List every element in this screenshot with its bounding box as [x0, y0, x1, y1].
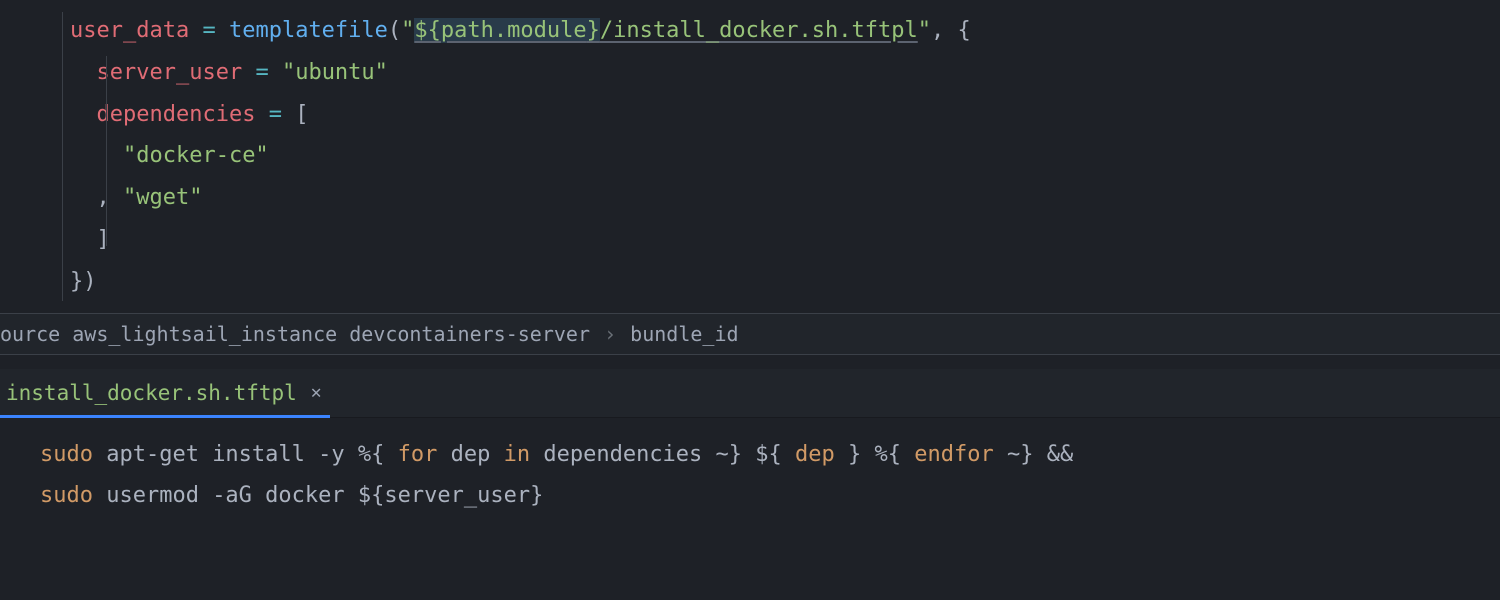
token-keyword: endfor [901, 442, 1007, 467]
chevron-right-icon: › [604, 322, 616, 346]
token-punct: , [97, 185, 124, 210]
token-punct: }) [70, 269, 97, 294]
token-string: "ubuntu" [282, 60, 388, 85]
token-keyword: for [384, 442, 437, 467]
token-text: apt-get install -y [93, 442, 358, 467]
token-attribute: dependencies [97, 102, 256, 127]
code-line[interactable]: , "wget" [40, 177, 1500, 219]
token-string: " [918, 18, 931, 43]
code-line[interactable]: user_data = templatefile("${path.module}… [40, 10, 1500, 52]
breadcrumb-segment[interactable]: bundle_id [630, 322, 738, 346]
close-icon[interactable]: ✕ [311, 382, 322, 403]
token-attribute: server_user [97, 60, 243, 85]
token-interp: } [848, 442, 861, 467]
indent-guide [62, 12, 63, 301]
token-operator: = [189, 18, 229, 43]
code-area[interactable]: user_data = templatefile("${path.module}… [0, 0, 1500, 313]
token-attribute: user_data [70, 18, 189, 43]
token-command: sudo [40, 483, 93, 508]
token-directive: %{ [861, 442, 901, 467]
token-punct: , { [931, 18, 971, 43]
code-line[interactable]: server_user = "ubuntu" [40, 52, 1500, 94]
token-text: dep [437, 442, 503, 467]
token-operator: = [242, 60, 282, 85]
code-line[interactable]: "docker-ce" [40, 135, 1500, 177]
token-keyword: in [504, 442, 531, 467]
token-string: "docker-ce" [123, 143, 269, 168]
token-string: /install_docker.sh.tftpl [600, 18, 918, 43]
indent-guide [106, 56, 107, 246]
token-directive: ~} [1007, 442, 1034, 467]
token-punct: ] [97, 227, 110, 252]
token-text: usermod -aG docker [93, 483, 358, 508]
token-operator: = [255, 102, 295, 127]
token-punct: [ [295, 102, 308, 127]
lower-editor-pane[interactable]: sudo apt-get install -y %{ for dep in de… [0, 418, 1500, 528]
token-function: templatefile [229, 18, 388, 43]
tab-active-indicator [0, 415, 330, 418]
token-interp: ${ [742, 442, 782, 467]
upper-editor-pane: user_data = templatefile("${path.module}… [0, 0, 1500, 313]
tab-install-docker[interactable]: install_docker.sh.tftpl ✕ [0, 369, 336, 417]
token-string: " [401, 18, 414, 43]
tab-label: install_docker.sh.tftpl [6, 381, 297, 405]
code-line[interactable]: dependencies = [ [40, 94, 1500, 136]
breadcrumb[interactable]: ource aws_lightsail_instance devcontaine… [0, 313, 1500, 355]
token-text: dependencies [530, 442, 715, 467]
token-interpolation-highlighted: ${path.module} [414, 18, 599, 43]
token-directive: ~} [716, 442, 743, 467]
code-line[interactable]: sudo usermod -aG docker ${server_user} [40, 475, 1500, 517]
code-line[interactable]: ] [40, 219, 1500, 261]
token-interp: ${server_user} [358, 483, 543, 508]
token-directive: %{ [358, 442, 385, 467]
tab-bar: install_docker.sh.tftpl ✕ [0, 369, 1500, 418]
code-line[interactable]: sudo apt-get install -y %{ for dep in de… [40, 434, 1500, 476]
token-variable: dep [782, 442, 848, 467]
code-line[interactable]: }) [40, 261, 1500, 303]
breadcrumb-segment[interactable]: ource aws_lightsail_instance devcontaine… [0, 322, 590, 346]
token-command: sudo [40, 442, 93, 467]
token-string: "wget" [123, 185, 202, 210]
token-punct: ( [388, 18, 401, 43]
token-text: && [1034, 442, 1074, 467]
